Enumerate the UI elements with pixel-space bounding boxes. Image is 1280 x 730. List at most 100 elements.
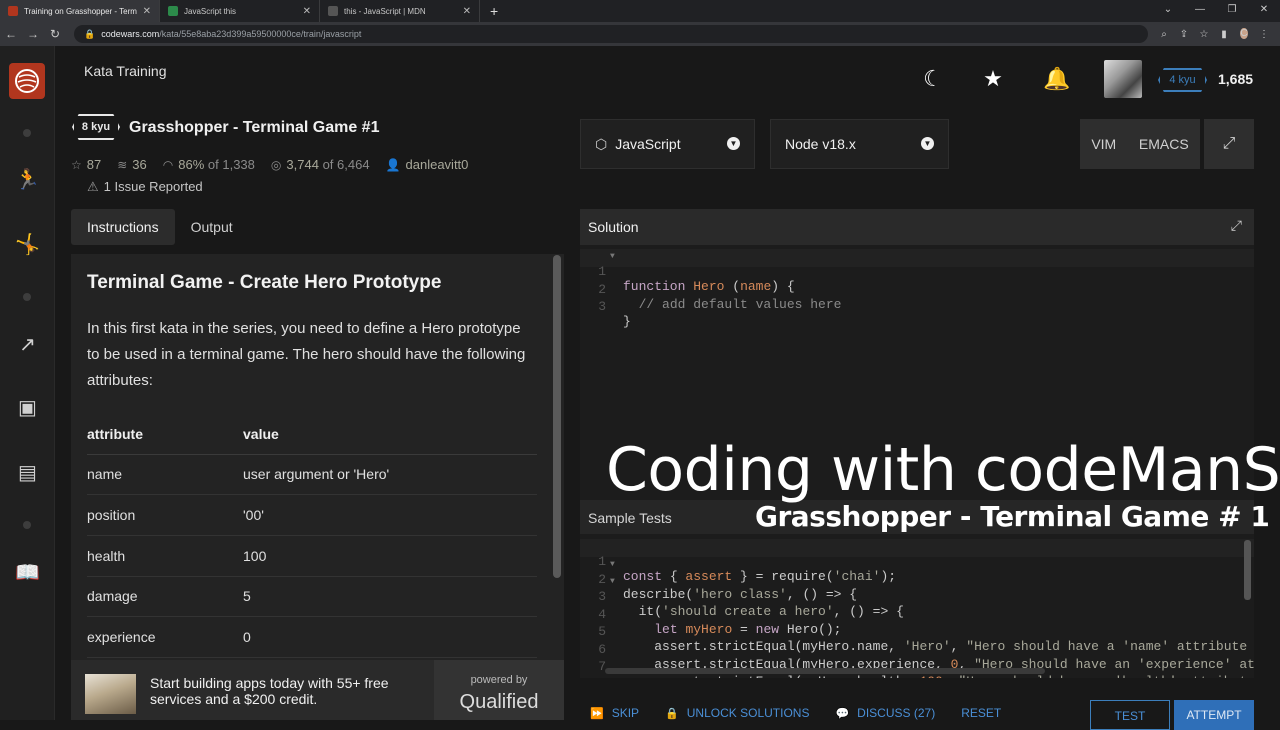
column-header: value <box>243 414 537 455</box>
js-language-icon: ⬡ <box>595 135 608 152</box>
code-line: 4 let myHero = new Hero(); <box>598 606 842 637</box>
dark-mode-moon-icon[interactable]: ☾ <box>920 66 946 92</box>
author-stat[interactable]: 👤 danleavitt0 <box>386 157 469 172</box>
left-tabs: Instructions Output <box>71 209 249 245</box>
reset-button[interactable]: RESET <box>961 700 1001 720</box>
sample-tests-label: Sample Tests <box>588 510 672 526</box>
user-avatar[interactable] <box>1104 60 1142 98</box>
attempt-button[interactable]: ATTEMPT <box>1174 700 1254 730</box>
bottom-actions: ⏩ SKIP 🔒 UNLOCK SOLUTIONS 💬 DISCUSS (27) RE… <box>580 700 1280 730</box>
browser-tab-title: JavaScript this <box>184 6 237 16</box>
unlock-solutions-button[interactable]: 🔒 UNLOCK SOLUTIONS <box>665 700 809 720</box>
table-cell: position <box>87 494 243 536</box>
table-row: position '00' <box>87 494 537 536</box>
instructions-panel: Terminal Game - Create Hero Prototype In… <box>71 254 564 660</box>
ad-text: Start building apps today with 55+ free … <box>150 675 389 707</box>
notification-bell-icon[interactable]: 🔔 <box>1043 66 1070 92</box>
version-value: Node v18.x <box>785 136 856 152</box>
docs-book-icon[interactable]: 📖 <box>0 560 55 585</box>
back-icon[interactable]: ← <box>0 27 22 41</box>
keybinding-mode-group: VIM EMACS <box>1080 119 1200 169</box>
instructions-heading: Terminal Game - Create Hero Prototype <box>87 272 442 293</box>
target-icon: ◎ <box>270 157 282 172</box>
browser-tab-js-this[interactable]: JavaScript this ✕ <box>160 0 320 22</box>
url-input[interactable]: 🔒 codewars.com /kata/55e8aba23d399a59500… <box>74 25 1148 43</box>
vim-mode-button[interactable]: VIM <box>1091 136 1116 152</box>
lock-icon: 🔒 <box>665 707 679 720</box>
zoom-icon[interactable]: ⌕ <box>1154 29 1174 40</box>
discuss-button[interactable]: 💬 DISCUSS (27) <box>835 700 935 720</box>
practice-icon[interactable]: 🏃 <box>0 167 55 192</box>
window-controls: ⌄ — ❐ ✕ <box>1152 0 1280 22</box>
solution-label: Solution <box>588 219 639 235</box>
sidebar-avatar-dot[interactable] <box>23 129 31 137</box>
side-panel-icon[interactable]: ▮ <box>1214 29 1234 40</box>
w3-favicon-icon <box>168 6 178 16</box>
close-tab-icon[interactable]: ✕ <box>303 6 311 17</box>
discord-icon[interactable]: ▣ <box>0 395 55 420</box>
skip-button[interactable]: ⏩ SKIP <box>590 700 639 720</box>
expand-editor-icon[interactable]: ⤢ <box>1231 217 1242 234</box>
layers-icon: ≋ <box>117 157 128 172</box>
video-overlay-title: Coding with codeManS <box>606 435 1280 505</box>
warning-icon: ⚠ <box>87 179 99 194</box>
fullscreen-icon[interactable]: ⤢ <box>1204 119 1254 169</box>
sidebar-dot[interactable] <box>23 293 31 301</box>
code-line: 2 // add default values here <box>598 281 842 312</box>
code-line: 6 assert.strictEqual(myHero.experience, … <box>598 641 1254 672</box>
honor-count: 1,685 <box>1218 71 1254 87</box>
left-sidebar: 🏃 🤸 ↗ ▣ ▤ 📖 <box>0 46 55 720</box>
browser-tab-codewars[interactable]: Training on Grasshopper - Termi ✕ <box>0 0 160 22</box>
fight-icon[interactable]: 🤸 <box>0 232 55 257</box>
menu-icon[interactable]: ⋮ <box>1254 29 1274 40</box>
qualified-logo: Qualified <box>459 691 539 713</box>
tab-search-icon[interactable]: ⌄ <box>1152 0 1184 22</box>
profile-avatar[interactable]: C <box>1234 27 1254 41</box>
new-tab-icon[interactable]: + <box>480 0 508 22</box>
sidebar-dot[interactable] <box>23 521 31 529</box>
chat-icon[interactable]: ▤ <box>0 460 55 485</box>
code-line: 1 const { assert } = require('chai'); <box>580 539 1254 584</box>
bookmark-star-icon[interactable]: ★ <box>980 66 1006 92</box>
user-icon: 👤 <box>385 157 401 172</box>
language-select[interactable]: ⬡ JavaScript ▼ <box>580 119 755 169</box>
close-tab-icon[interactable]: ✕ <box>463 6 471 17</box>
code-line: 7 assert.strictEqual(myHero.health, 100,… <box>598 659 1254 678</box>
table-header-row: attribute value <box>87 414 537 455</box>
version-select[interactable]: Node v18.x ▼ <box>770 119 949 169</box>
browser-tab-title: this - JavaScript | MDN <box>344 6 426 16</box>
issues-reported-link[interactable]: ⚠ 1 Issue Reported <box>87 179 203 195</box>
tests-vertical-scrollbar[interactable] <box>1244 540 1251 600</box>
table-cell: 0 <box>243 616 537 658</box>
sponsor-ad[interactable]: Start building apps today with 55+ free … <box>71 660 564 720</box>
close-tab-icon[interactable]: ✕ <box>143 6 151 17</box>
tab-output[interactable]: Output <box>175 209 249 245</box>
codewars-favicon-icon <box>8 6 18 16</box>
restore-icon[interactable]: ❐ <box>1216 0 1248 22</box>
test-button[interactable]: TEST <box>1090 700 1170 730</box>
stars-stat[interactable]: ☆ 87 <box>71 157 101 172</box>
completed-stat: ◎ 3,744 of 6,464 <box>270 157 370 172</box>
browser-tab-mdn[interactable]: this - JavaScript | MDN ✕ <box>320 0 480 22</box>
table-cell: '00' <box>243 494 537 536</box>
kata-rank-badge: 8 kyu <box>72 114 120 140</box>
chevron-down-icon: ▼ <box>727 137 740 150</box>
video-overlay-subtitle: Grasshopper - Terminal Game # 1 <box>755 500 1270 533</box>
minimize-icon[interactable]: — <box>1184 0 1216 22</box>
trending-icon[interactable]: ↗ <box>0 332 55 357</box>
close-window-icon[interactable]: ✕ <box>1248 0 1280 22</box>
codewars-logo[interactable] <box>9 63 45 99</box>
instructions-scrollbar[interactable] <box>553 255 561 578</box>
tab-instructions[interactable]: Instructions <box>71 209 175 245</box>
emacs-mode-button[interactable]: EMACS <box>1139 136 1189 152</box>
table-cell: damage <box>87 576 243 618</box>
share-icon[interactable]: ⇪ <box>1174 29 1194 40</box>
bookmark-star-icon[interactable]: ☆ <box>1194 29 1214 40</box>
code-line: 5 assert.strictEqual(myHero.name, 'Hero'… <box>598 624 1254 654</box>
tests-horizontal-scrollbar[interactable] <box>605 668 1045 674</box>
collections-stat[interactable]: ≋ 36 <box>117 157 147 172</box>
reload-icon[interactable]: ↻ <box>44 27 66 41</box>
column-header: attribute <box>87 414 243 455</box>
sample-tests-editor[interactable]: 1 const { assert } = require('chai'); 2 ▼… <box>580 534 1254 678</box>
forward-icon[interactable]: → <box>22 27 44 41</box>
